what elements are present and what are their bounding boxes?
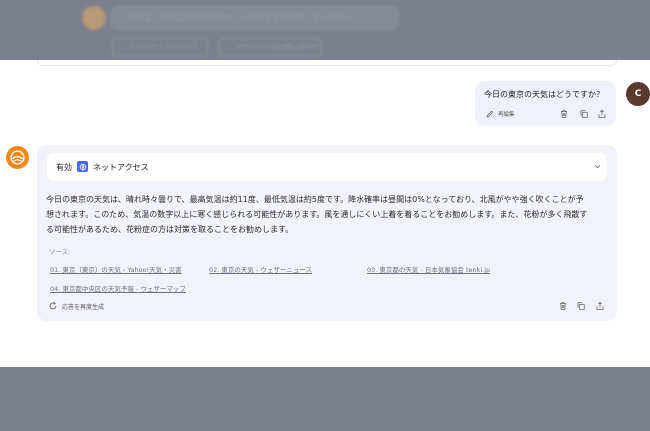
previous-suggestion-button[interactable]: サポートへのお問い合わせ: [218, 38, 322, 56]
net-access-status: 有効: [56, 163, 72, 172]
user-message-bubble: 今日の東京の天気はどうですか？ 再編集: [475, 81, 616, 126]
share-icon[interactable]: [597, 109, 607, 119]
share-icon[interactable]: [595, 301, 605, 311]
previous-suggestion-button[interactable]: ウェブサイトについて: [112, 38, 208, 56]
source-link[interactable]: 04. 東京都中央区の天気予報 - ウェザーマップ: [50, 283, 190, 293]
user-message-actions: 再編集: [475, 109, 616, 121]
refresh-icon: [49, 301, 57, 310]
edit-label: 再編集: [498, 112, 515, 118]
answer-line: 想されます。このため、気温の数字以上に寒く感じられる可能性があります。風を通しに…: [46, 210, 588, 220]
globe-icon: [77, 161, 88, 172]
trash-icon[interactable]: [559, 109, 569, 119]
copy-icon[interactable]: [576, 301, 586, 311]
dimmed-bottom-overlay: [0, 367, 650, 431]
source-link[interactable]: 02. 東京の天気 - ウェザーニュース: [209, 264, 349, 274]
previous-bot-avatar: [82, 6, 106, 30]
answer-line: る可能性があるため、花粉症の方は対策を取ることをお勧めします。: [46, 225, 294, 235]
answer-line: 今日の東京の天気は、晴れ時々曇りで、最高気温は約11度、最低気温は約5度です。降…: [46, 195, 584, 204]
sources-label: ソース:: [49, 248, 71, 256]
previous-card-edge: [37, 60, 617, 66]
net-access-bar[interactable]: 有効 ネットアクセス: [47, 153, 607, 181]
bot-logo-icon: [10, 150, 25, 165]
regenerate-label: 応答を再度生成: [62, 303, 105, 311]
previous-message-bubble: これ以上、He]@[w)(( ChatPh、いつでもぜひ質問してください。: [110, 5, 400, 31]
trash-icon[interactable]: [558, 301, 568, 311]
answer-text: 今日の東京の天気は、晴れ時々曇りで、最高気温は約11度、最低気温は約5度です。降…: [46, 192, 611, 238]
source-link[interactable]: 03. 東京都の天気 - 日本気象協会 tenki.jp: [367, 264, 517, 274]
net-access-label: ネットアクセス: [93, 163, 149, 172]
user-avatar[interactable]: C: [626, 82, 650, 106]
dimmed-top-overlay: これ以上、He]@[w)(( ChatPh、いつでもぜひ質問してください。 ウェ…: [0, 0, 650, 60]
regenerate-button[interactable]: 応答を再度生成: [48, 301, 104, 311]
chevron-down-icon[interactable]: [593, 162, 602, 171]
edit-button[interactable]: 再編集: [485, 109, 515, 119]
source-link[interactable]: 01. 東京（東京）の天気 - Yahoo!天気・災害: [50, 264, 190, 274]
user-message-text: 今日の東京の天気はどうですか？: [484, 90, 604, 99]
bot-avatar: [6, 146, 29, 169]
edit-icon: [486, 110, 494, 118]
assistant-message-card: 有効 ネットアクセス 今日の東京の天気は、晴れ時々曇りで、最高気温は約11度、最…: [37, 145, 617, 321]
copy-icon[interactable]: [579, 109, 589, 119]
